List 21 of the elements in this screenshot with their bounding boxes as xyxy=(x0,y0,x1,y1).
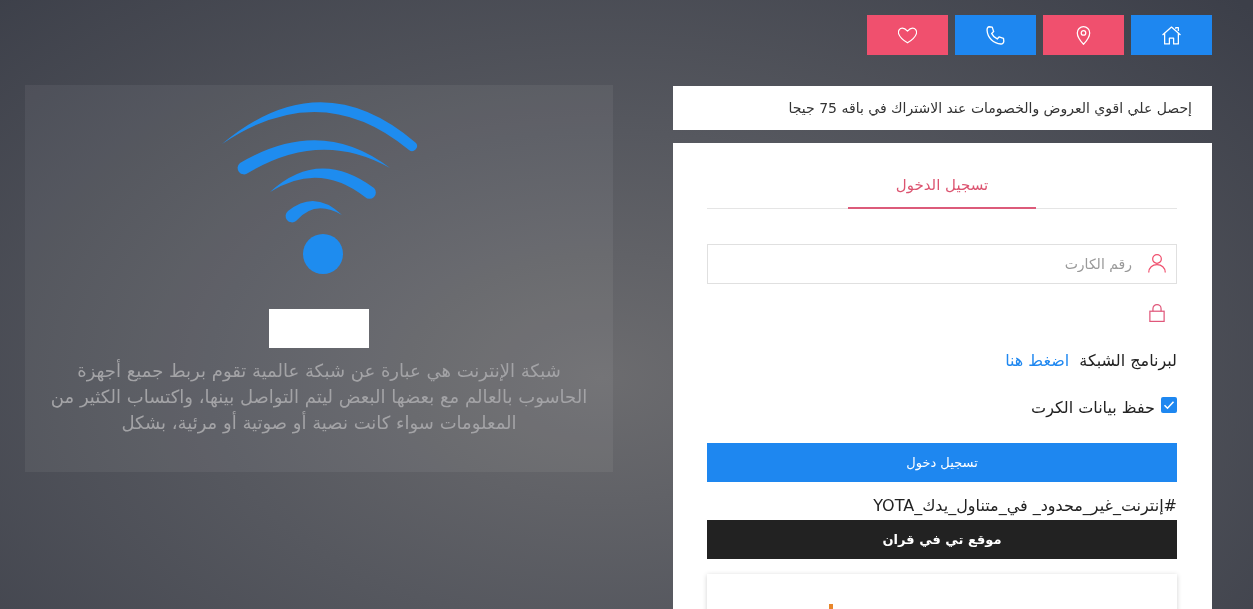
home-icon xyxy=(1162,25,1181,45)
heart-icon xyxy=(898,25,917,45)
site-name-text: موقع تي في قران xyxy=(882,532,1002,547)
pin-button[interactable] xyxy=(1043,15,1124,55)
logo-fragment-icon xyxy=(829,604,833,609)
user-icon xyxy=(1148,254,1166,273)
card-number-field[interactable]: رقم الكارت xyxy=(707,244,1177,284)
login-tab[interactable]: تسجيل الدخول xyxy=(848,143,1036,209)
remember-card-label: حفظ بيانات الكرت xyxy=(1031,397,1155,420)
lock-icon xyxy=(1149,304,1165,322)
hashtag-text: #إنترنت_غير_محدود_ في_متناول_يدك_YOTA xyxy=(872,495,1177,518)
login-button[interactable]: تسجيل دخول xyxy=(707,443,1177,482)
phone-button[interactable] xyxy=(955,15,1036,55)
heart-button[interactable] xyxy=(867,15,948,55)
click-here-link[interactable]: اضغط هنا xyxy=(1005,349,1070,373)
promo-text: إحصل علي اقوي العروض والخصومات عند الاشتراك في باقه 75 جيجا xyxy=(788,100,1192,116)
phone-icon xyxy=(986,25,1005,45)
home-button[interactable] xyxy=(1131,15,1212,55)
network-app-label: لبرنامج الشبكة xyxy=(1079,350,1177,373)
checkbox-icon[interactable] xyxy=(1161,397,1177,413)
map-pin-icon xyxy=(1074,25,1093,45)
